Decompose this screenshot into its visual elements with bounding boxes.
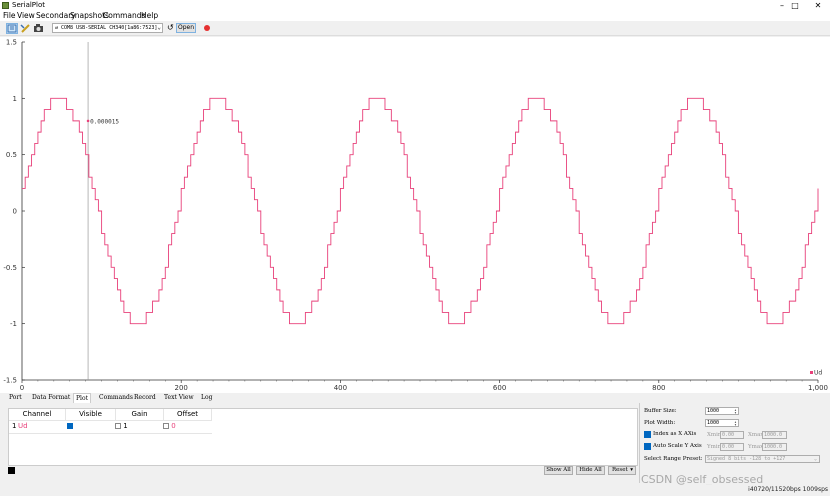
show-all-button[interactable]: Show All — [544, 466, 573, 475]
tab-port[interactable]: Port — [9, 394, 22, 401]
status-text: i40720/11520bps 1009sps — [748, 486, 828, 493]
y-tick-label: 0 — [13, 208, 17, 216]
auto-scale-label: Auto Scale Y Axis — [653, 443, 702, 449]
auto-scale-checkbox[interactable] — [644, 443, 651, 450]
app-icon — [2, 2, 9, 9]
tab-text-view[interactable]: Text View — [164, 394, 194, 401]
gain-field[interactable]: 1 — [115, 421, 128, 432]
x-tick-label: 1,000 — [808, 384, 828, 392]
buffer-size-input[interactable]: 1000 ▴ ▾ — [705, 407, 739, 415]
x-tick-label: 800 — [652, 384, 665, 392]
plot-view-icon — [7, 24, 17, 33]
tab-log[interactable]: Log — [201, 394, 212, 401]
close-button[interactable]: ✕ — [807, 0, 829, 11]
range-preset-label: Select Range Preset: — [644, 456, 703, 462]
window-title: SerialPlot — [12, 1, 46, 9]
plot-width-input[interactable]: 1000 ▴ ▾ — [705, 419, 739, 427]
ymax-input[interactable]: 1000.0 — [762, 443, 787, 451]
marker-point — [86, 119, 90, 123]
reset-button-label: Reset — [612, 467, 628, 473]
index-as-x-checkbox[interactable] — [644, 431, 651, 438]
buffer-size-label: Buffer Size: — [644, 408, 677, 414]
record-icon[interactable] — [204, 25, 210, 31]
camera-icon — [34, 24, 43, 32]
row-divider — [9, 433, 212, 434]
chevron-down-icon: ▾ — [630, 467, 633, 473]
xmax-input[interactable]: 1000.0 — [762, 431, 787, 439]
port-select-value: COM8 USB-SERIAL CH340[1a86:7523] — [61, 25, 158, 31]
y-tick-label: 1.5 — [6, 39, 17, 47]
snapshot-button[interactable] — [33, 23, 45, 34]
menu-view[interactable]: View — [17, 11, 35, 20]
tab-plot[interactable]: Plot — [73, 393, 91, 403]
plot-width-label: Plot Width: — [644, 420, 676, 426]
offset-field[interactable]: 0 — [163, 421, 176, 432]
row-index: 1 — [12, 422, 17, 430]
panel-divider — [639, 403, 640, 483]
x-tick-label: 600 — [493, 384, 506, 392]
chevron-down-icon: ⌄ — [157, 24, 161, 31]
tab-record[interactable]: Record — [134, 394, 156, 401]
maximize-button[interactable]: □ — [784, 0, 806, 11]
marker-label: 0.000015 — [90, 118, 119, 125]
y-tick-label: 0.5 — [6, 151, 17, 159]
y-tick-label: -1 — [10, 320, 17, 328]
menu-file[interactable]: File — [3, 11, 16, 20]
title-bar: SerialPlot – □ ✕ — [0, 0, 830, 11]
reset-button[interactable]: Reset ▾ — [608, 466, 636, 475]
column-header-gain: Gain — [116, 409, 164, 420]
header-divider — [9, 420, 212, 421]
y-tick-label: -1.5 — [3, 377, 17, 385]
x-tick-label: 0 — [20, 384, 24, 392]
channel-color-swatch[interactable] — [8, 467, 15, 474]
x-tick-label: 200 — [175, 384, 188, 392]
legend-label: Ud — [814, 370, 822, 377]
xmin-input[interactable]: 0.00 — [720, 431, 744, 439]
tab-commands[interactable]: Commands — [99, 394, 133, 401]
plot-view-button[interactable] — [6, 23, 18, 34]
hide-all-button[interactable]: Hide All — [576, 466, 605, 475]
index-as-x-label: Index as X AXis — [653, 431, 697, 437]
port-select[interactable]: ⇄ COM8 USB-SERIAL CH340[1a86:7523] ⌄ — [52, 23, 163, 33]
menu-help[interactable]: Help — [141, 11, 158, 20]
refresh-icon[interactable]: ↺ — [167, 23, 174, 32]
y-tick-label: -0.5 — [3, 264, 17, 272]
ymin-input[interactable]: 0.00 — [720, 443, 744, 451]
column-header-offset: Offset — [164, 409, 212, 420]
visible-checkbox[interactable] — [67, 421, 73, 432]
menu-bar: File View Secondary Snapshots Commands H… — [0, 11, 830, 21]
menu-commands[interactable]: Commands — [103, 11, 145, 20]
channel-table: Channel Visible Gain Offset 1 Ud 1 0 — [8, 408, 638, 466]
legend-swatch — [810, 371, 813, 374]
range-preset-select[interactable]: Signed 8 bits -128 to +127 ⌄ — [705, 455, 820, 463]
open-button[interactable]: Open — [176, 23, 196, 33]
column-header-channel: Channel — [9, 409, 66, 420]
tab-bar: Port Data Format Plot Commands Record Te… — [0, 393, 830, 403]
plot-area[interactable]: 1.5 1 0.5 0 -0.5 -1 -1.5 0 200 400 600 800 1,000 0.00… — [0, 37, 830, 393]
ymax-label: Ymax — [748, 444, 764, 450]
signal-line — [22, 97, 819, 325]
channel-name[interactable]: Ud — [18, 421, 28, 432]
chevron-down-icon: ⌄ — [813, 456, 817, 462]
pencil-icon — [20, 24, 30, 33]
y-tick-label: 1 — [13, 95, 17, 103]
tab-data-format[interactable]: Data Format — [32, 394, 70, 401]
plot-canvas: 1.510.50-0.5-1-1.50 200 400 600 800 1,0000.00… — [3, 39, 828, 393]
column-header-visible: Visible — [66, 409, 116, 420]
status-bar: i40720/11520bps 1009sps — [0, 485, 830, 496]
x-tick-label: 400 — [334, 384, 347, 392]
clear-button[interactable] — [20, 23, 32, 34]
